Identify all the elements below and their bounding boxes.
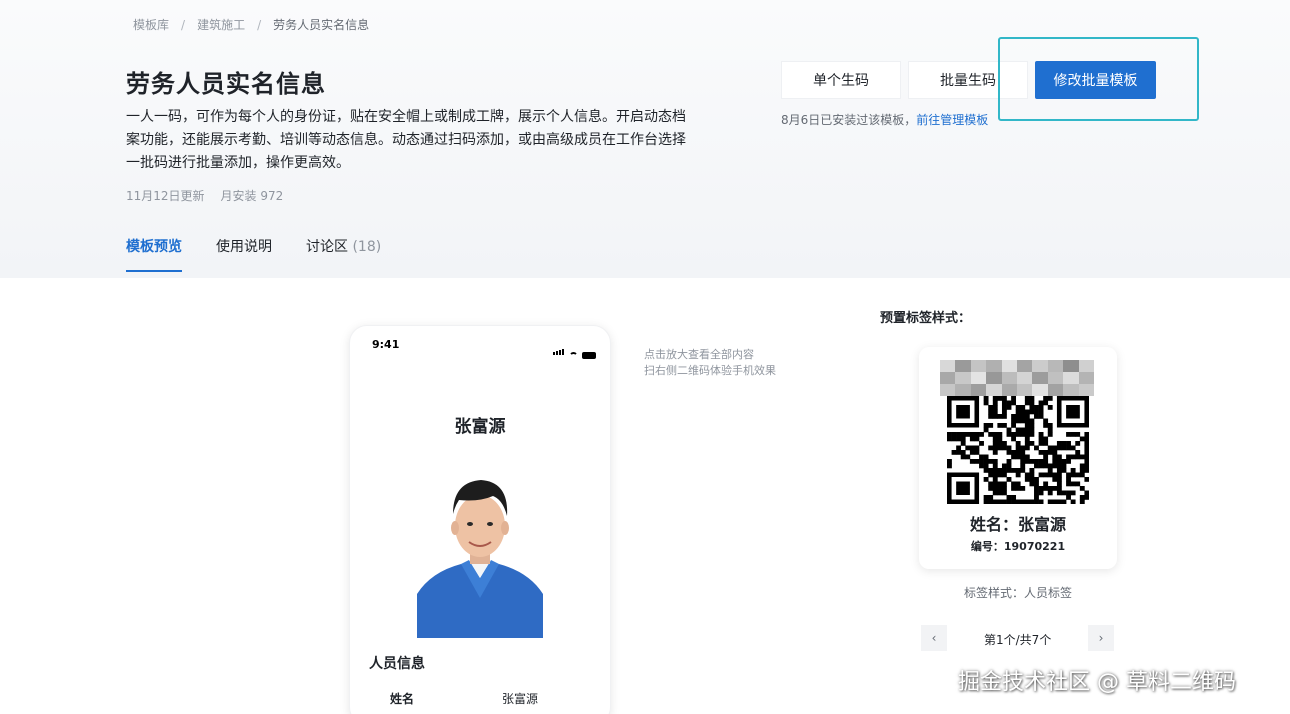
status-bar-time: 9:41 — [372, 338, 400, 351]
person-info-section-title: 人员信息 — [369, 656, 425, 672]
breadcrumb: 模板库 / 建筑施工 / 劳务人员实名信息 — [133, 16, 369, 33]
person-name: 张富源 — [454, 417, 506, 437]
tab-label: 使用说明 — [216, 239, 272, 255]
discussion-count: (18) — [352, 239, 382, 255]
preset-label-title: 预置标签样式： — [880, 311, 972, 326]
phone-preview[interactable]: 9:41 张富源 人员信息 姓名 张富源 — [349, 325, 611, 714]
preview-hint: 点击放大查看全部内容 扫右侧二维码体验手机效果 — [644, 347, 776, 379]
label-style-caption: 标签样式：人员标签 — [964, 586, 1073, 600]
single-generate-button[interactable]: 单个生码 — [781, 61, 901, 99]
tab-usage-guide[interactable]: 使用说明 — [216, 236, 272, 272]
page-title: 劳务人员实名信息 — [126, 70, 326, 98]
monthly-installs: 月安装 972 — [220, 189, 284, 203]
edit-batch-template-button[interactable]: 修改批量模板 — [1035, 61, 1156, 99]
qr-code — [947, 396, 1089, 504]
wifi-icon — [569, 352, 578, 359]
install-note: 8月6日已安装过该模板，前往管理模板 — [781, 111, 988, 128]
template-description: 一人一码，可作为每个人的身份证，贴在安全帽上或制成工牌，展示个人信息。开启动态档… — [126, 109, 686, 171]
status-bar-icons — [553, 340, 596, 359]
next-label-button[interactable]: › — [1088, 625, 1114, 651]
content-tabs: 模板预览 使用说明 讨论区 (18) — [126, 236, 415, 272]
chevron-left-icon: ‹ — [931, 631, 937, 645]
watermark: 掘金技术社区 @ 草料二维码 — [958, 670, 1236, 695]
breadcrumb-construction[interactable]: 建筑施工 — [197, 16, 245, 33]
install-note-text: 8月6日已安装过该模板， — [781, 113, 917, 127]
tab-template-preview[interactable]: 模板预览 — [126, 236, 182, 272]
info-row-value: 张富源 — [502, 692, 539, 706]
tab-label: 模板预览 — [126, 239, 182, 255]
breadcrumb-separator: / — [181, 17, 186, 32]
label-pager-text: 第1个/共7个 — [984, 633, 1052, 647]
breadcrumb-separator: / — [257, 17, 262, 32]
hint-line: 点击放大查看全部内容 — [644, 348, 754, 361]
breadcrumb-template-library[interactable]: 模板库 — [133, 16, 169, 33]
breadcrumb-current: 劳务人员实名信息 — [273, 18, 370, 32]
tab-discussion[interactable]: 讨论区 (18) — [306, 236, 381, 272]
previous-label-button[interactable]: ‹ — [921, 625, 947, 651]
hint-line: 扫右侧二维码体验手机效果 — [644, 364, 776, 377]
battery-icon — [582, 352, 596, 359]
updated-date: 11月12日更新 — [126, 189, 205, 203]
signal-icon — [553, 340, 565, 359]
label-preview-card[interactable]: 姓名：张富源 编号：19070221 — [919, 347, 1117, 569]
person-photo — [417, 466, 543, 638]
label-number: 编号：19070221 — [970, 540, 1066, 553]
tab-label: 讨论区 — [306, 239, 348, 255]
info-row-label: 姓名 — [390, 692, 415, 706]
chevron-right-icon: › — [1098, 631, 1104, 645]
manage-template-link[interactable]: 前往管理模板 — [916, 113, 988, 127]
blurred-logo-area — [940, 360, 1094, 396]
template-meta: 11月12日更新 月安装 972 — [126, 187, 283, 204]
label-name: 姓名：张富源 — [969, 515, 1066, 534]
